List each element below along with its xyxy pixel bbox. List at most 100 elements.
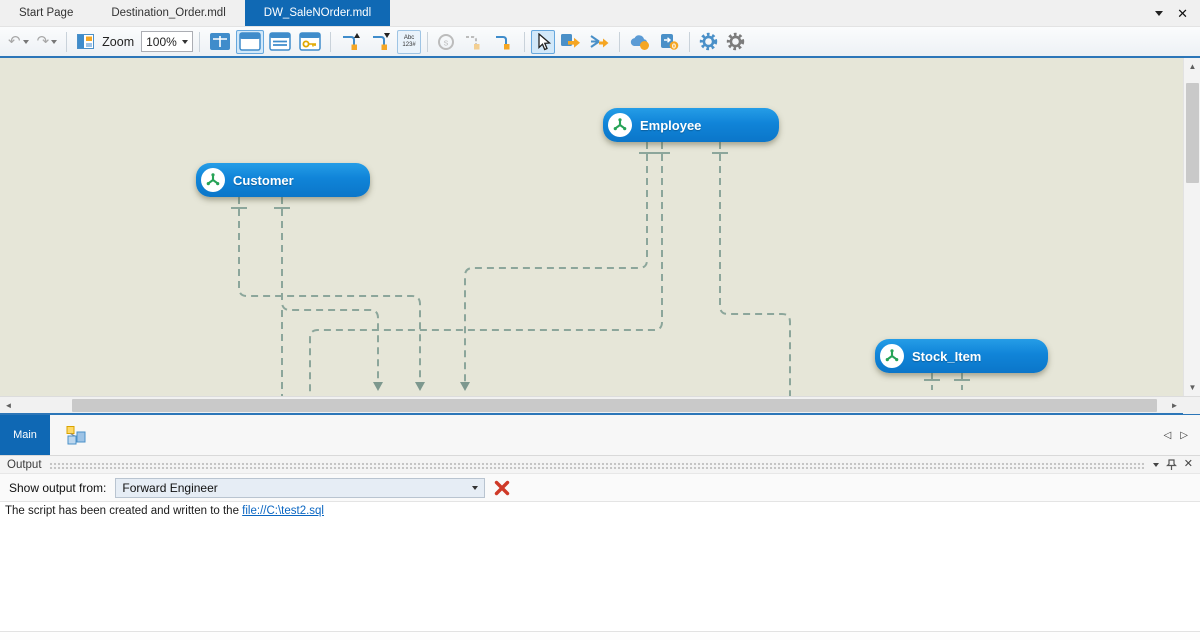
entity-compartment-view-button[interactable] bbox=[206, 30, 234, 54]
db-sync-icon: 0 bbox=[659, 32, 680, 51]
output-message-area: The script has been created and written … bbox=[0, 502, 1200, 631]
main-toolbar: ↶ ↷ Zoom 100% bbox=[0, 27, 1200, 58]
redo-icon: ↷ bbox=[37, 34, 50, 49]
redo-dropdown-icon bbox=[51, 40, 57, 44]
entity-header-view-button[interactable] bbox=[236, 30, 264, 54]
tab-scroll-left-icon[interactable]: ◁ bbox=[1164, 430, 1172, 441]
output-panel-title: Output bbox=[7, 459, 42, 471]
pin-panel-icon[interactable] bbox=[1166, 459, 1177, 471]
entity-customer[interactable]: Customer bbox=[196, 163, 370, 197]
scroll-down-icon[interactable]: ▼ bbox=[1184, 379, 1200, 396]
scrollbar-corner bbox=[1183, 397, 1200, 414]
entity-header-view-icon bbox=[239, 32, 261, 51]
dashed-line-tool-icon bbox=[463, 32, 485, 51]
entity-attribute-view-icon bbox=[269, 32, 291, 51]
undo-dropdown-icon bbox=[23, 40, 29, 44]
undo-button[interactable]: ↶ bbox=[5, 30, 32, 54]
gear-blue-icon bbox=[699, 32, 718, 51]
svg-text:s: s bbox=[444, 37, 449, 47]
output-toolbar: Show output from: Forward Engineer bbox=[0, 474, 1200, 502]
subtype-symbol-icon: s bbox=[437, 33, 455, 51]
new-subject-area-button[interactable] bbox=[64, 415, 86, 455]
output-panel-header[interactable]: Output ✕ bbox=[0, 456, 1200, 474]
line-tool-button[interactable] bbox=[490, 30, 518, 54]
redo-button[interactable]: ↷ bbox=[34, 30, 61, 54]
svg-text:0: 0 bbox=[672, 41, 676, 50]
identifying-relationship-button[interactable] bbox=[337, 30, 365, 54]
undo-icon: ↶ bbox=[8, 34, 21, 49]
zoom-level-combobox[interactable]: 100% bbox=[141, 31, 193, 52]
overview-panel-button[interactable] bbox=[73, 30, 97, 54]
entity-stock-item[interactable]: Stock_Item bbox=[875, 339, 1048, 373]
output-message-text: The script has been created and written … bbox=[5, 505, 242, 517]
output-file-link[interactable]: file://C:\test2.sql bbox=[242, 505, 324, 517]
toolbar-separator bbox=[689, 32, 690, 52]
select-pointer-icon bbox=[535, 33, 551, 51]
toolbar-separator bbox=[524, 32, 525, 52]
forward-engineer-button[interactable] bbox=[557, 30, 584, 54]
cloud-sync-button[interactable] bbox=[626, 30, 654, 54]
gear-gray-icon bbox=[726, 32, 745, 51]
tab-destination-order[interactable]: Destination_Order.mdl bbox=[92, 0, 244, 26]
zoom-label: Zoom bbox=[102, 35, 134, 49]
select-pointer-button[interactable] bbox=[531, 30, 555, 54]
close-document-icon[interactable]: ✕ bbox=[1177, 7, 1188, 20]
diagram-tabstrip: Main ◁ ▷ bbox=[0, 413, 1200, 456]
entity-key-view-icon bbox=[299, 32, 321, 51]
entity-employee[interactable]: Employee bbox=[603, 108, 779, 142]
show-output-from-label: Show output from: bbox=[9, 481, 106, 495]
scroll-left-icon[interactable]: ◄ bbox=[0, 397, 17, 414]
name-display-icon: Abc 123# bbox=[402, 35, 415, 49]
complete-compare-button[interactable] bbox=[586, 30, 613, 54]
entity-name: Employee bbox=[640, 118, 701, 133]
output-source-combobox[interactable]: Forward Engineer bbox=[115, 478, 485, 498]
entity-attribute-view-button[interactable] bbox=[266, 30, 294, 54]
subtype-symbol-button[interactable]: s bbox=[434, 30, 458, 54]
cloud-sync-icon bbox=[629, 33, 651, 51]
diagram-tab-main[interactable]: Main bbox=[0, 415, 50, 455]
tab-dw-salenorder[interactable]: DW_SaleNOrder.mdl bbox=[245, 0, 390, 26]
complete-compare-icon bbox=[589, 32, 610, 51]
entity-icon bbox=[608, 113, 632, 137]
entity-name: Customer bbox=[233, 173, 294, 188]
non-identifying-relationship-icon bbox=[370, 32, 392, 51]
vertical-scrollbar[interactable]: ▲ ▼ bbox=[1183, 58, 1200, 396]
scroll-right-icon[interactable]: ► bbox=[1166, 397, 1183, 414]
bottom-strip bbox=[0, 631, 1200, 640]
toolbar-separator bbox=[619, 32, 620, 52]
settings-button[interactable] bbox=[723, 30, 748, 54]
tab-scroll-right-icon[interactable]: ▷ bbox=[1180, 430, 1188, 441]
entity-key-view-button[interactable] bbox=[296, 30, 324, 54]
overview-panel-icon bbox=[77, 34, 94, 49]
zoom-dropdown-icon bbox=[182, 40, 188, 44]
name-display-button[interactable]: Abc 123# bbox=[397, 30, 421, 54]
horizontal-scrollbar-thumb[interactable] bbox=[72, 399, 1157, 412]
identifying-relationship-icon bbox=[340, 32, 362, 51]
output-source-value: Forward Engineer bbox=[122, 481, 217, 495]
horizontal-scrollbar[interactable]: ◄ ► bbox=[0, 396, 1200, 413]
dashed-line-tool-button[interactable] bbox=[460, 30, 488, 54]
db-sync-button[interactable]: 0 bbox=[656, 30, 683, 54]
toolbar-separator bbox=[66, 32, 67, 52]
entity-compartment-view-icon bbox=[209, 32, 231, 51]
toolbar-separator bbox=[427, 32, 428, 52]
close-panel-icon[interactable]: ✕ bbox=[1184, 459, 1193, 470]
toolbar-separator bbox=[330, 32, 331, 52]
tab-list-dropdown-icon[interactable] bbox=[1155, 11, 1163, 16]
tab-start-page[interactable]: Start Page bbox=[0, 0, 92, 26]
document-tabbar: Start Page Destination_Order.mdl DW_Sale… bbox=[0, 0, 1200, 27]
combo-dropdown-icon bbox=[472, 486, 478, 490]
line-tool-icon bbox=[493, 32, 515, 51]
model-options-button[interactable] bbox=[696, 30, 721, 54]
non-identifying-relationship-button[interactable] bbox=[367, 30, 395, 54]
diagram-canvas[interactable]: Customer Employee bbox=[0, 58, 1200, 396]
panel-menu-icon[interactable] bbox=[1153, 463, 1159, 467]
entity-icon bbox=[201, 168, 225, 192]
clear-output-button[interactable] bbox=[494, 480, 510, 496]
zoom-level-value: 100% bbox=[146, 35, 177, 49]
entity-icon bbox=[880, 344, 904, 368]
subject-area-icon bbox=[64, 425, 86, 445]
scroll-up-icon[interactable]: ▲ bbox=[1184, 58, 1200, 75]
vertical-scrollbar-thumb[interactable] bbox=[1186, 83, 1199, 183]
panel-drag-handle[interactable] bbox=[49, 462, 1144, 469]
